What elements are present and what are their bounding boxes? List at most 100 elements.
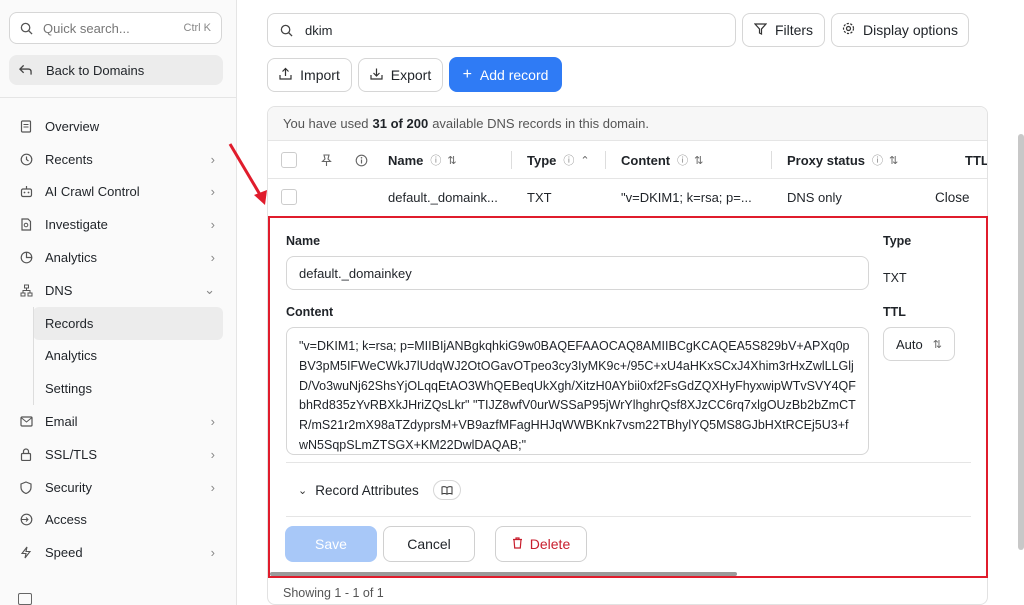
content-textarea[interactable]: "v=DKIM1; k=rsa; p=MIIBIjANBgkqhkiG9w0BA… xyxy=(286,327,869,455)
table-row[interactable]: default._domaink... TXT "v=DKIM1; k=rsa;… xyxy=(268,179,987,215)
edit-record-panel: Name Type default._domainkey TXT Content… xyxy=(268,216,988,578)
header-label: Name xyxy=(388,152,424,168)
sidebar: Quick search... Ctrl K Back to Domains O… xyxy=(0,0,237,605)
sidebar-nav: Overview Recents › AI Crawl Control › In… xyxy=(0,110,237,569)
sidebar-item-analytics[interactable]: Analytics › xyxy=(0,241,237,274)
chevron-right-icon: › xyxy=(210,217,215,233)
sidebar-item-ssl-tls[interactable]: SSL/TLS › xyxy=(0,438,237,471)
clock-icon xyxy=(19,152,33,166)
search-icon xyxy=(20,22,33,35)
column-header-type[interactable]: Type ⓘ ⌃ xyxy=(527,141,590,179)
trash-icon xyxy=(512,536,523,552)
vertical-scrollbar[interactable] xyxy=(1018,134,1024,550)
sidebar-item-label: SSL/TLS xyxy=(45,446,98,462)
content-label: Content xyxy=(286,305,334,319)
select-all-checkbox[interactable] xyxy=(281,141,297,179)
header-label: Proxy status xyxy=(787,152,866,168)
chevron-right-icon: › xyxy=(210,184,215,200)
save-button[interactable]: Save xyxy=(285,526,377,562)
sidebar-item-label: DNS xyxy=(45,282,73,298)
save-label: Save xyxy=(315,536,347,552)
back-arrow-icon xyxy=(19,64,32,75)
add-record-button[interactable]: + Add record xyxy=(449,57,562,92)
sidebar-subitem-settings[interactable]: Settings xyxy=(33,372,223,405)
filter-icon xyxy=(753,22,768,38)
info-icon: ⓘ xyxy=(430,155,442,167)
cancel-button[interactable]: Cancel xyxy=(383,526,475,562)
chevron-right-icon: › xyxy=(210,479,215,495)
display-options-button[interactable]: Display options xyxy=(831,13,969,47)
delete-label: Delete xyxy=(529,536,571,552)
sidebar-item-overview[interactable]: Overview xyxy=(0,110,237,143)
sidebar-item-investigate[interactable]: Investigate › xyxy=(0,208,237,241)
column-header-ttl[interactable]: TTL xyxy=(965,141,988,179)
name-label: Name xyxy=(286,234,321,248)
sidebar-item-label: Overview xyxy=(45,118,100,134)
sort-ascending-icon: ⌃ xyxy=(580,154,590,167)
shield-icon xyxy=(19,480,33,494)
column-header-name[interactable]: Name ⓘ ⇅ xyxy=(388,141,457,179)
filters-button[interactable]: Filters xyxy=(742,13,825,47)
cancel-label: Cancel xyxy=(407,536,451,552)
pin-icon[interactable] xyxy=(320,141,333,179)
records-search-input[interactable]: dkim xyxy=(267,13,736,47)
download-icon xyxy=(370,67,383,83)
sidebar-subitem-analytics[interactable]: Analytics xyxy=(33,340,223,373)
subitem-label: Records xyxy=(45,315,94,331)
export-button[interactable]: Export xyxy=(358,58,443,92)
header-label: TTL xyxy=(965,152,988,168)
record-attributes-label: Record Attributes xyxy=(315,482,419,498)
collapse-sidebar-icon[interactable] xyxy=(18,593,32,605)
header-label: Content xyxy=(621,152,671,168)
info-icon: ⓘ xyxy=(677,155,689,167)
sidebar-item-speed[interactable]: Speed › xyxy=(0,536,237,569)
column-header-content[interactable]: Content ⓘ ⇅ xyxy=(621,141,703,179)
document-icon xyxy=(19,119,33,133)
sidebar-item-label: Security xyxy=(45,479,92,495)
usage-prefix: You have used xyxy=(283,116,369,131)
export-label: Export xyxy=(390,67,432,83)
row-checkbox[interactable] xyxy=(281,179,297,215)
subitem-label: Settings xyxy=(45,381,92,397)
sidebar-item-label: Recents xyxy=(45,151,93,167)
quick-search-input[interactable]: Quick search... Ctrl K xyxy=(9,12,222,44)
divider xyxy=(286,516,971,517)
ttl-label: TTL xyxy=(883,305,906,319)
file-search-icon xyxy=(19,218,33,232)
bolt-icon xyxy=(19,546,33,560)
add-record-label: Add record xyxy=(479,66,549,83)
search-placeholder: Quick search... xyxy=(43,20,130,36)
sidebar-item-label: Access xyxy=(45,512,87,528)
display-options-label: Display options xyxy=(863,22,958,38)
upload-icon xyxy=(279,67,292,83)
record-attributes-toggle[interactable]: ⌄ Record Attributes xyxy=(298,480,461,500)
import-label: Import xyxy=(300,67,340,83)
import-button[interactable]: Import xyxy=(267,58,352,92)
sidebar-item-email[interactable]: Email › xyxy=(0,405,237,438)
close-edit-link[interactable]: Close xyxy=(935,179,970,215)
column-header-proxy-status[interactable]: Proxy status ⓘ ⇅ xyxy=(787,141,898,179)
pagination-summary: Showing 1 - 1 of 1 xyxy=(283,586,384,600)
sidebar-item-dns[interactable]: DNS ⌄ xyxy=(0,274,237,307)
sidebar-item-recents[interactable]: Recents › xyxy=(0,143,237,176)
name-input[interactable]: default._domainkey xyxy=(286,256,869,290)
back-to-domains-button[interactable]: Back to Domains xyxy=(9,55,223,85)
sidebar-item-ai-crawl-control[interactable]: AI Crawl Control › xyxy=(0,176,237,209)
delete-button[interactable]: Delete xyxy=(495,526,587,562)
sort-icon: ⇅ xyxy=(694,154,704,167)
sidebar-item-label: Investigate xyxy=(45,217,108,233)
annotation-arrow-icon xyxy=(228,143,267,205)
cell-content: "v=DKIM1; k=rsa; p=... xyxy=(621,189,752,205)
horizontal-scrollbar[interactable] xyxy=(270,572,737,576)
ttl-select[interactable]: Auto ⇅ xyxy=(883,327,955,361)
sidebar-item-access[interactable]: Access xyxy=(0,504,237,537)
chevron-right-icon: › xyxy=(210,446,215,462)
divider xyxy=(286,462,971,463)
robot-icon xyxy=(19,185,33,199)
cell-name: default._domaink... xyxy=(388,189,498,205)
sidebar-subitem-records[interactable]: Records xyxy=(33,306,223,340)
cell-type: TXT xyxy=(527,189,552,205)
book-icon[interactable] xyxy=(432,480,461,500)
sidebar-item-security[interactable]: Security › xyxy=(0,471,237,504)
column-separator xyxy=(771,151,772,169)
